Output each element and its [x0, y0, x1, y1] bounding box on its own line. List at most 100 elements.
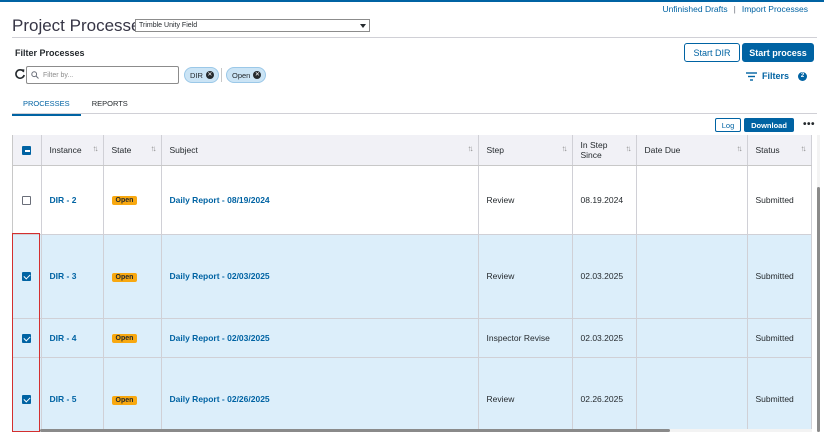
step-cell: Review: [478, 165, 573, 235]
instance-link[interactable]: DIR - 4: [50, 333, 77, 343]
table-row[interactable]: DIR - 3 Open Daily Report - 02/03/2025 R…: [13, 234, 812, 319]
in-step-since-cell: 02.03.2025: [572, 318, 637, 358]
import-processes-link[interactable]: Import Processes: [742, 4, 808, 14]
date-due-cell: [636, 165, 748, 235]
row-checkbox[interactable]: [22, 333, 32, 343]
row-select-cell: [13, 234, 42, 319]
subject-link[interactable]: Daily Report - 02/26/2025: [170, 394, 270, 404]
search-icon: [31, 71, 39, 79]
top-accent-bar: [0, 0, 824, 2]
start-dir-button[interactable]: Start DIR: [684, 43, 740, 62]
chevron-down-icon: [360, 23, 366, 28]
status-cell: Submitted: [747, 318, 812, 358]
column-header-step[interactable]: Step ↑↓: [478, 135, 573, 166]
column-header-subject[interactable]: Subject ↑↓: [161, 135, 479, 166]
unfinished-drafts-link[interactable]: Unfinished Drafts: [662, 4, 727, 14]
sort-icon[interactable]: ↑↓: [151, 144, 157, 153]
instance-cell: DIR - 5: [41, 357, 104, 432]
in-step-since-cell: 08.19.2024: [572, 165, 637, 235]
instance-cell: DIR - 4: [41, 318, 104, 358]
row-checkbox[interactable]: [22, 395, 32, 405]
instance-cell: DIR - 2: [41, 165, 104, 235]
select-all-checkbox[interactable]: [22, 145, 32, 155]
close-icon[interactable]: ✕: [205, 71, 214, 79]
filter-icon: [746, 71, 757, 81]
filter-chip-dir[interactable]: DIR ✕: [184, 67, 219, 83]
row-select-cell: [13, 318, 42, 358]
state-badge: Open: [111, 395, 138, 405]
filter-input-placeholder: Filter by...: [43, 71, 74, 79]
link-separator: |: [733, 4, 736, 14]
date-due-cell: [636, 357, 748, 432]
table-row[interactable]: DIR - 2 Open Daily Report - 08/19/2024 R…: [13, 165, 812, 235]
state-cell: Open: [103, 165, 162, 235]
select-all-cell: [13, 135, 42, 166]
table-row[interactable]: DIR - 4 Open Daily Report - 02/03/2025 I…: [13, 318, 812, 358]
vertical-scrollbar[interactable]: [817, 135, 820, 432]
row-checkbox[interactable]: [22, 272, 32, 282]
row-select-cell: [13, 357, 42, 432]
more-options-icon[interactable]: •••: [803, 119, 815, 130]
filters-label: Filters: [762, 71, 790, 81]
subject-link[interactable]: Daily Report - 08/19/2024: [170, 195, 270, 205]
subject-cell: Daily Report - 02/03/2025: [161, 234, 479, 319]
sort-icon[interactable]: ↑↓: [562, 144, 568, 153]
step-cell: Review: [478, 357, 573, 432]
sort-icon[interactable]: ↑↓: [737, 144, 743, 153]
instance-link[interactable]: DIR - 5: [50, 394, 77, 404]
processes-table-container: Instance ↑↓ State ↑↓ Subject ↑↓ Step ↑↓ In S…: [12, 135, 818, 432]
state-cell: Open: [103, 357, 162, 432]
refresh-icon[interactable]: [14, 68, 26, 80]
step-cell: Review: [478, 234, 573, 319]
download-button[interactable]: Download: [744, 118, 794, 132]
filter-input[interactable]: Filter by...: [26, 66, 179, 84]
date-due-cell: [636, 234, 748, 319]
filter-chip-open[interactable]: Open ✕: [226, 67, 267, 83]
column-header-in-step-since[interactable]: In Step Since ↑↓: [572, 135, 637, 166]
state-badge: Open: [111, 334, 138, 343]
date-due-cell: [636, 318, 748, 358]
table-header-row: Instance ↑↓ State ↑↓ Subject ↑↓ Step ↑↓ In S…: [13, 135, 812, 166]
column-header-status[interactable]: Status ↑↓: [747, 135, 812, 166]
project-select-value: Trimble Unity Field: [139, 22, 198, 29]
sort-icon[interactable]: ↑↓: [93, 144, 99, 153]
filters-button[interactable]: Filters 2: [746, 71, 808, 81]
filter-heading: Filter Processes: [15, 48, 85, 58]
top-links: Unfinished Drafts | Import Processes: [662, 4, 808, 14]
status-cell: Submitted: [747, 357, 812, 432]
close-icon[interactable]: ✕: [253, 71, 262, 79]
in-step-since-cell: 02.03.2025: [572, 234, 637, 319]
instance-link[interactable]: DIR - 3: [50, 271, 77, 281]
processes-table: Instance ↑↓ State ↑↓ Subject ↑↓ Step ↑↓ In S…: [13, 135, 812, 432]
in-step-since-cell: 02.26.2025: [572, 357, 637, 432]
row-select-cell: [13, 165, 42, 235]
sort-icon[interactable]: ↑↓: [468, 144, 474, 153]
chip-divider: [221, 68, 222, 82]
sort-icon[interactable]: ↑↓: [626, 144, 632, 153]
row-checkbox[interactable]: [22, 195, 32, 205]
status-cell: Submitted: [747, 234, 812, 319]
title-divider: [12, 37, 817, 38]
state-cell: Open: [103, 234, 162, 319]
subject-cell: Daily Report - 02/03/2025: [161, 318, 479, 358]
page-title: Project Processes: [12, 16, 149, 35]
sort-icon[interactable]: ↑↓: [801, 144, 807, 153]
state-cell: Open: [103, 318, 162, 358]
subject-cell: Daily Report - 02/26/2025: [161, 357, 479, 432]
subject-link[interactable]: Daily Report - 02/03/2025: [170, 271, 270, 281]
subject-link[interactable]: Daily Report - 02/03/2025: [170, 333, 270, 343]
column-header-instance[interactable]: Instance ↑↓: [41, 135, 104, 166]
column-header-state[interactable]: State ↑↓: [103, 135, 162, 166]
subject-cell: Daily Report - 08/19/2024: [161, 165, 479, 235]
vertical-scrollbar-thumb[interactable]: [817, 187, 820, 432]
instance-link[interactable]: DIR - 2: [50, 195, 77, 205]
table-row[interactable]: DIR - 5 Open Daily Report - 02/26/2025 R…: [13, 357, 812, 432]
filters-count-badge: 2: [798, 71, 808, 81]
state-badge: Open: [111, 196, 138, 205]
log-button[interactable]: Log: [715, 118, 741, 132]
status-cell: Submitted: [747, 165, 812, 235]
filter-chip-label: DIR: [190, 70, 203, 80]
project-select[interactable]: Trimble Unity Field: [135, 19, 370, 32]
start-process-button[interactable]: Start process: [742, 43, 814, 62]
column-header-date-due[interactable]: Date Due ↑↓: [636, 135, 748, 166]
